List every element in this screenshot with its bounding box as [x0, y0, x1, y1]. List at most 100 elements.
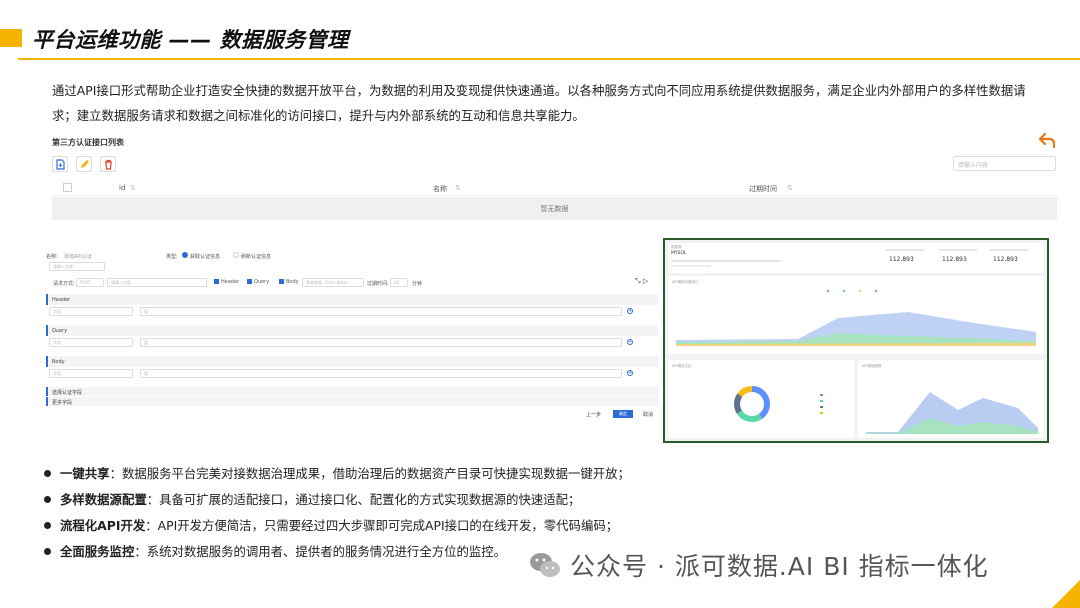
search-input[interactable]: 请输入内容	[953, 156, 1056, 171]
source-name: MYSQL	[671, 251, 687, 256]
bullet-dot	[44, 470, 51, 477]
header-checkbox-label: Header	[221, 279, 240, 285]
main-area-chart	[676, 289, 1036, 347]
edit-button[interactable]	[76, 156, 92, 172]
feature-term: 流程化API开发	[60, 518, 146, 533]
feature-desc: ：数据服务平台完美对接数据治理成果，借助治理后的数据资产目录可快捷实现数据一键开…	[109, 466, 630, 481]
wechat-icon	[530, 553, 560, 577]
legend-dot	[842, 289, 846, 293]
body-checkbox[interactable]: Body	[279, 279, 299, 285]
section-auth-fields[interactable]: 选择认证字段	[46, 387, 658, 396]
cancel-button[interactable]: 取消	[643, 411, 653, 418]
title-divider	[18, 58, 1080, 60]
query-checkbox-label: Query	[254, 279, 270, 285]
table-header: id ⇅ 名称 ⇅ 过期时间 ⇅	[52, 180, 1057, 196]
confirm-button[interactable]: 确定	[613, 410, 633, 418]
method-label: 请求方式:	[53, 281, 75, 287]
list-item: 多样数据源配置：具备可扩展的适配接口，通过接口化、配置化的方式实现数据源的快速适…	[44, 492, 744, 518]
small-trend-panel: API调用趋势	[858, 360, 1044, 438]
page-title: 平台运维功能 —— 数据服务管理	[32, 28, 349, 52]
method-select[interactable]: POST	[76, 278, 104, 287]
select-all-checkbox[interactable]	[63, 183, 72, 192]
legend-swatch	[820, 406, 823, 408]
name-value[interactable]: 添加API认证	[64, 253, 92, 260]
legend-swatch	[820, 412, 823, 414]
feature-desc: ：系统对数据服务的调用者、提供者的服务情况进行全方位的监控。	[134, 544, 507, 559]
corner-accent	[1052, 580, 1080, 608]
header-key-input[interactable]: 字段	[49, 307, 133, 316]
query-checkbox[interactable]: Query	[247, 279, 269, 285]
feature-term: 全面服务监控	[60, 544, 135, 559]
column-header-name[interactable]: 名称	[433, 184, 447, 194]
header-value-input[interactable]: 值	[140, 307, 622, 316]
expire-label: 过期时间:	[367, 281, 389, 287]
query-value-input[interactable]: 值	[140, 338, 622, 347]
dashboard-title: 数据源	[671, 245, 682, 249]
kpi-label	[886, 249, 924, 251]
type-label: 类型:	[166, 254, 178, 260]
radio-unselected[interactable]	[233, 252, 239, 258]
section-header[interactable]: Header	[46, 294, 658, 305]
kpi-value: 112,893	[942, 256, 967, 263]
body-value-input[interactable]: 值	[140, 369, 622, 378]
add-row-icon[interactable]: +	[627, 308, 633, 314]
title-accent-bar	[0, 29, 22, 47]
feature-desc: ：具备可扩展的适配接口，通过接口化、配置化的方式实现数据源的快速适配；	[146, 492, 581, 507]
watermark: 公众号 · 派可数据.AI BI 指标一体化	[528, 547, 989, 583]
kpi-label	[939, 249, 977, 251]
kpi-value: 112,893	[889, 256, 914, 263]
source-info-line	[671, 260, 781, 262]
legend-swatch	[820, 394, 823, 396]
section-body[interactable]: Body	[46, 356, 658, 367]
section-more-fields[interactable]: 更多字段	[46, 397, 658, 406]
legend-dot	[826, 289, 830, 293]
add-file-icon	[56, 159, 65, 170]
intro-paragraph: 通过API接口形式帮助企业打造安全快捷的数据开放平台，为数据的利用及变现提供快速…	[52, 83, 1026, 123]
sort-icon[interactable]: ⇅	[455, 184, 461, 192]
sort-icon[interactable]: ⇅	[787, 184, 793, 192]
url-input[interactable]: 请输入内容	[107, 278, 207, 287]
api-list-title: 第三方认证接口列表	[52, 138, 124, 147]
legend-dot	[858, 289, 862, 293]
name-label: 名称:	[46, 254, 58, 260]
empty-table-row: 暂无数据	[52, 197, 1057, 220]
feature-term: 一键共享	[60, 466, 110, 481]
section-query[interactable]: Query	[46, 325, 658, 336]
source-info-line	[671, 265, 711, 267]
donut-chart	[734, 386, 823, 422]
delete-button[interactable]	[100, 156, 116, 172]
radio-selected[interactable]	[182, 252, 188, 258]
monitor-dashboard: 数据源 MYSQL 112,893 112,893 112,893 API调用次…	[663, 238, 1049, 443]
sort-icon[interactable]: ⇅	[130, 184, 136, 192]
expire-unit: 分钟	[412, 281, 423, 287]
prev-button[interactable]: 上一步	[586, 411, 601, 418]
bullet-dot	[44, 548, 51, 555]
add-row-icon[interactable]: +	[627, 370, 633, 376]
body-checkbox-label: Body	[286, 279, 299, 285]
column-header-id[interactable]: id	[119, 184, 125, 192]
type-option-get[interactable]: 获取认证信息	[190, 253, 220, 260]
description-input[interactable]: 请输入名称	[49, 262, 105, 271]
pencil-icon	[81, 160, 89, 168]
column-header-expire[interactable]: 过期时间	[749, 184, 777, 194]
collapse-icon[interactable]: ⤡ ▷	[635, 277, 648, 286]
header-checkbox[interactable]: Header	[214, 279, 239, 285]
watermark-text: 公众号 · 派可数据.AI BI 指标一体化	[570, 552, 989, 581]
legend-dot	[874, 289, 878, 293]
kpi-value: 112,893	[993, 256, 1018, 263]
list-item: 流程化API开发：API开发方便简洁，只需要经过四大步骤即可完成API接口的在线…	[44, 518, 744, 544]
bullet-dot	[44, 496, 51, 503]
feature-term: 多样数据源配置	[60, 492, 147, 507]
pie-panel: API调用占比	[668, 360, 854, 438]
add-row-icon[interactable]: +	[627, 339, 633, 345]
trash-icon	[105, 159, 112, 170]
add-button[interactable]	[52, 156, 68, 172]
type-option-refresh[interactable]: 刷新认证信息	[241, 253, 271, 260]
back-arrow-icon[interactable]	[1038, 132, 1056, 148]
expire-input[interactable]: 60	[390, 278, 408, 287]
query-key-input[interactable]: 字段	[49, 338, 133, 347]
body-key-input[interactable]: 字段	[49, 369, 133, 378]
main-trend-panel: API调用次数统计	[668, 276, 1044, 354]
dashboard-header: 数据源 MYSQL 112,893 112,893 112,893	[668, 243, 1044, 273]
body-type-select[interactable]: 表单数据（form-data）	[302, 278, 364, 287]
